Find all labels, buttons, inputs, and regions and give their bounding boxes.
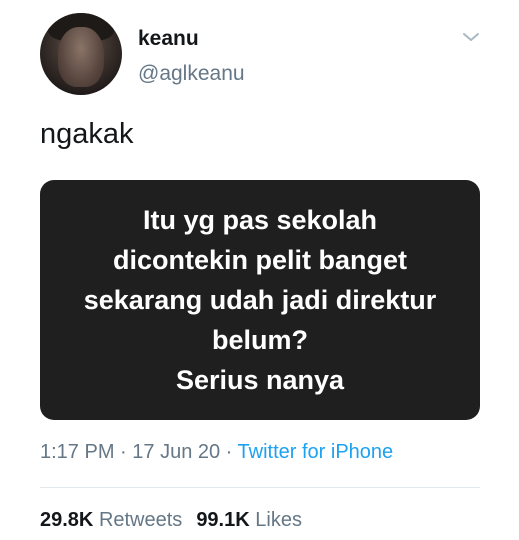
tweet-date[interactable]: 17 Jun 20	[132, 441, 220, 463]
avatar-face	[58, 27, 104, 87]
retweets-stat[interactable]: 29.8K Retweets	[40, 509, 182, 531]
likes-count: 99.1K	[196, 509, 250, 531]
meta-separator: ·	[114, 441, 133, 463]
retweets-label: Retweets	[98, 509, 183, 531]
image-text-line: Serius nanya	[175, 365, 345, 395]
tweet-text: ngakak	[40, 118, 134, 150]
tweet-image[interactable]: Itu yg pas sekolah dicontekin pelit bang…	[40, 180, 480, 420]
divider	[40, 487, 480, 488]
tweet-stats: 29.8K Retweets 99.1K Likes	[40, 509, 302, 532]
avatar[interactable]	[40, 13, 122, 95]
tweet-meta: 1:17 PM · 17 Jun 20 · Twitter for iPhone	[40, 441, 393, 464]
meta-separator: ·	[220, 441, 238, 463]
user-handle[interactable]: @aglkeanu	[138, 62, 245, 86]
image-text-line: belum?	[211, 325, 308, 355]
image-text-line: sekarang udah jadi direktur	[83, 285, 437, 315]
likes-stat[interactable]: 99.1K Likes	[196, 509, 302, 531]
retweets-count: 29.8K	[40, 509, 94, 531]
image-text-line: dicontekin pelit banget	[112, 245, 408, 275]
chevron-down-icon[interactable]	[461, 30, 481, 44]
likes-label: Likes	[255, 509, 302, 531]
user-name[interactable]: keanu	[138, 27, 199, 51]
tweet-time[interactable]: 1:17 PM	[40, 441, 114, 463]
image-text-line: Itu yg pas sekolah	[142, 205, 378, 235]
tweet-source-link[interactable]: Twitter for iPhone	[238, 441, 394, 463]
